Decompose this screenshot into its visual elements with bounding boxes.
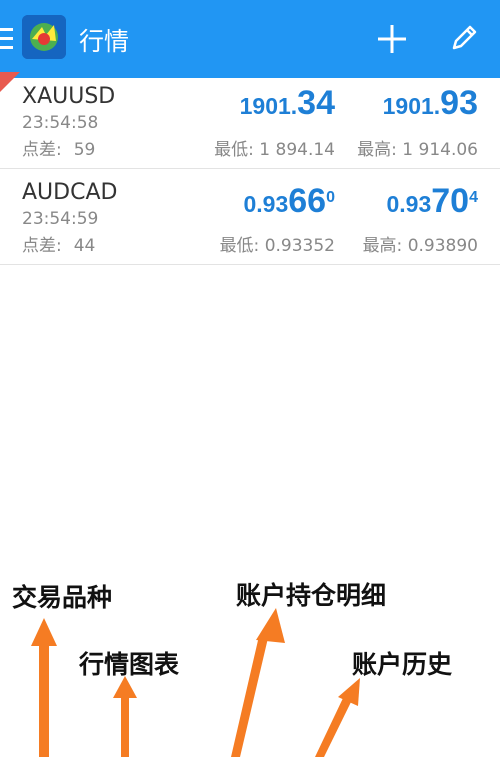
bid-price[interactable]: 1901.34 — [240, 84, 335, 123]
ask-price-prefix: 1901. — [382, 93, 441, 119]
menu-icon[interactable] — [0, 28, 13, 50]
ask-price-prefix: 0.93 — [386, 191, 432, 217]
selected-marker — [0, 72, 20, 92]
quote-row[interactable]: XAUUSD 23:54:58 点差: 59 1901.34 1901.93 最低… — [0, 72, 500, 169]
bid-price-pips: 66 — [288, 182, 327, 220]
ask-price-pips: 70 — [431, 182, 470, 220]
page-title: 行情 — [79, 27, 130, 56]
spread-label: 点差: — [22, 140, 62, 160]
high-price: 最高: 1 914.06 — [357, 140, 478, 160]
quote-row[interactable]: AUDCAD 23:54:59 点差: 44 0.93660 0.93704 最低… — [0, 168, 500, 265]
edit-icon[interactable] — [448, 22, 480, 54]
arrow-symbols — [31, 618, 57, 757]
symbol-name: AUDCAD — [22, 180, 118, 205]
arrow-positions — [231, 608, 285, 757]
quote-time: 23:54:58 — [22, 113, 99, 133]
bid-price-prefix: 1901. — [239, 93, 298, 119]
spread-value: 44 — [73, 236, 96, 256]
arrow-history — [315, 678, 360, 757]
high-price: 最高: 0.93890 — [362, 236, 478, 256]
quote-time: 23:54:59 — [22, 209, 99, 229]
app-logo-icon — [22, 15, 66, 59]
spread-value: 59 — [73, 140, 96, 160]
bid-price[interactable]: 0.93660 — [244, 182, 336, 221]
ask-price[interactable]: 0.93704 — [387, 182, 479, 221]
ask-price-pips: 93 — [440, 84, 478, 122]
spread: 点差: 59 — [22, 135, 95, 160]
low-price: 最低: 0.93352 — [219, 236, 335, 256]
add-icon[interactable] — [376, 23, 408, 55]
spread: 点差: 44 — [22, 231, 95, 256]
ask-price[interactable]: 1901.93 — [383, 84, 478, 123]
bid-price-prefix: 0.93 — [243, 191, 289, 217]
app-bar: 行情 — [0, 0, 500, 78]
spread-label: 点差: — [22, 236, 62, 256]
symbol-name: XAUUSD — [22, 84, 116, 109]
annotation-arrows — [31, 608, 360, 757]
ask-price-point: 4 — [469, 188, 478, 206]
low-price: 最低: 1 894.14 — [214, 140, 335, 160]
bid-price-pips: 34 — [297, 84, 335, 122]
bid-price-point: 0 — [326, 188, 335, 206]
arrow-chart — [113, 676, 137, 757]
